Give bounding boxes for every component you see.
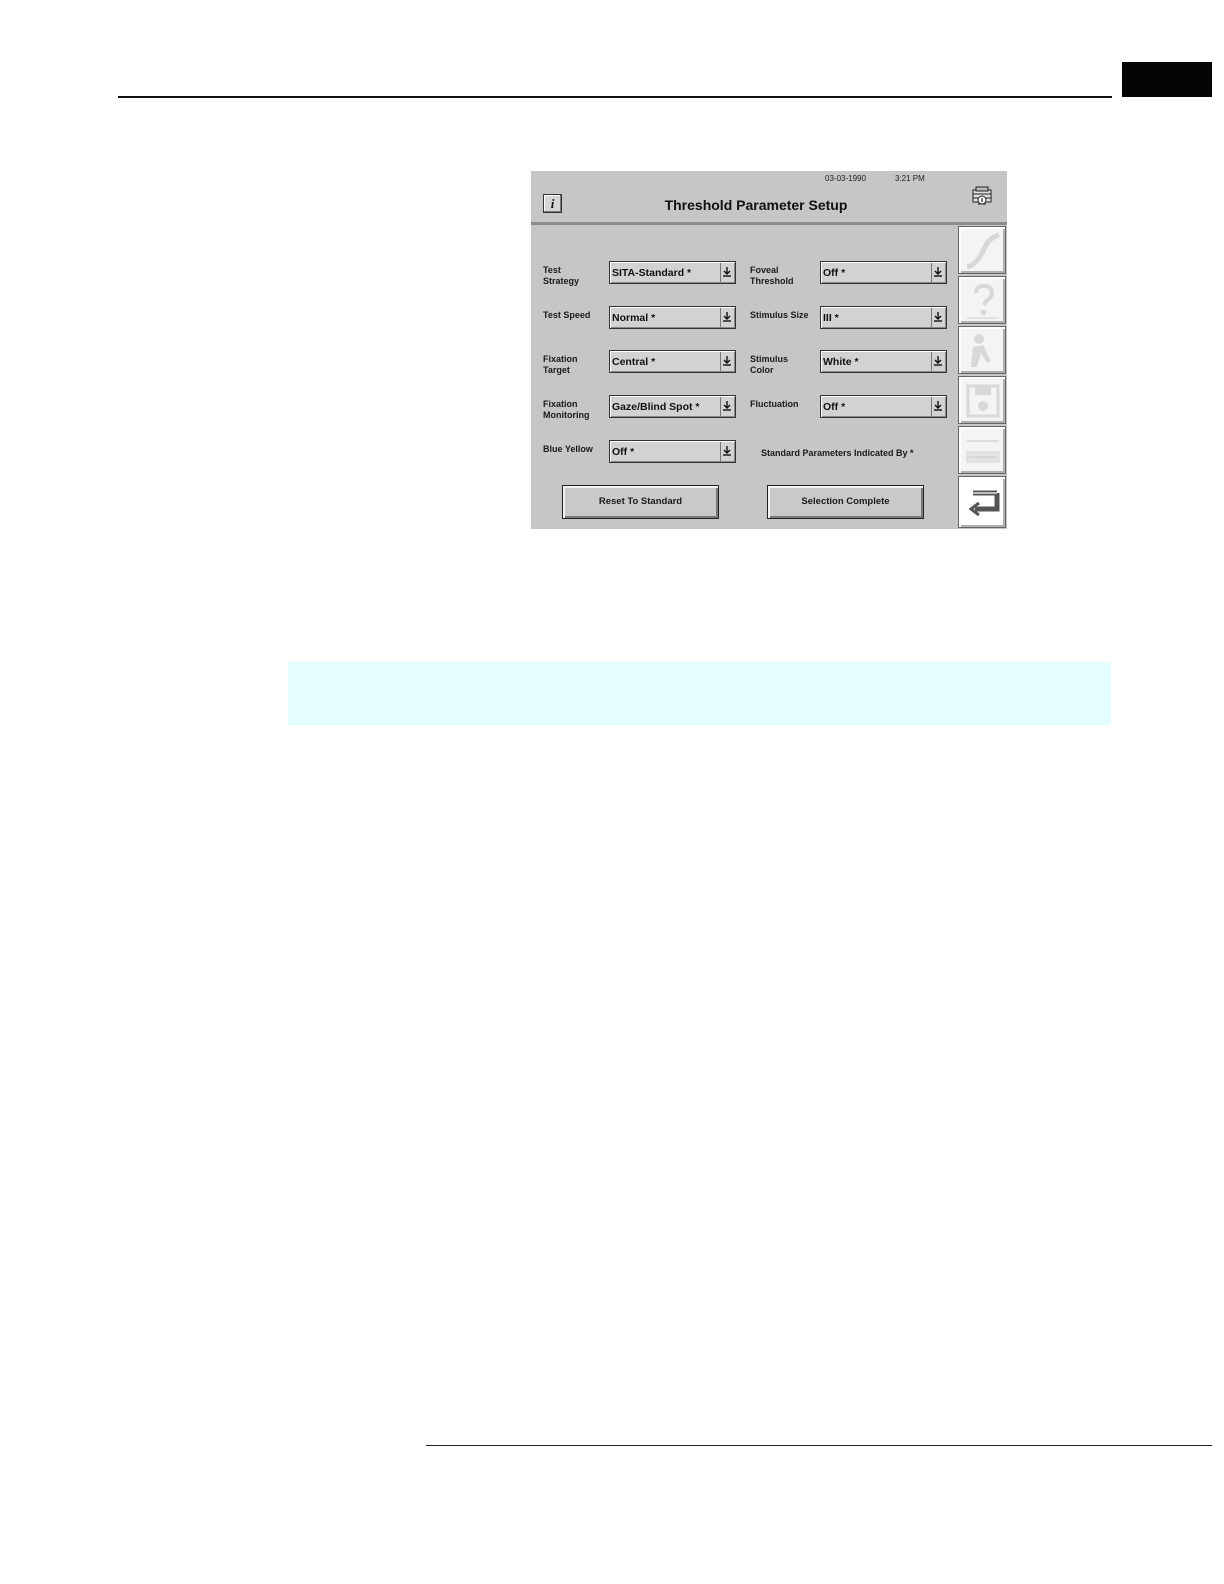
foveal-threshold-label: Foveal Threshold	[750, 265, 794, 286]
fluctuation-value: Off *	[823, 401, 846, 413]
dropdown-arrow-icon	[931, 397, 945, 416]
stimulus-size-value: III *	[823, 312, 839, 324]
dropdown-arrow-icon	[720, 352, 734, 371]
foveal-threshold-value: Off *	[823, 267, 846, 279]
network-status-icon	[972, 186, 992, 205]
stimulus-color-dropdown[interactable]: White *	[820, 350, 947, 373]
side-button-help[interactable]	[958, 276, 1006, 324]
test-speed-dropdown[interactable]: Normal *	[609, 306, 736, 329]
test-strategy-dropdown[interactable]: SITA-Standard *	[609, 261, 736, 284]
selection-complete-button[interactable]: Selection Complete	[767, 485, 924, 519]
chapter-tab	[1122, 62, 1212, 97]
stimulus-color-value: White *	[823, 356, 859, 368]
fixation-target-value: Central *	[612, 356, 656, 368]
test-speed-value: Normal *	[612, 312, 656, 324]
threshold-parameter-setup-screen: 03-03-1990 3:21 PM i Threshold Parameter…	[531, 171, 1007, 529]
printer-icon	[966, 440, 1000, 463]
note-callout-band	[288, 662, 1111, 725]
screen-title: Threshold Parameter Setup	[664, 197, 848, 213]
side-button-patient[interactable]	[958, 326, 1006, 374]
blue-yellow-dropdown[interactable]: Off *	[609, 440, 736, 463]
curve-icon	[966, 232, 1000, 270]
foveal-threshold-dropdown[interactable]: Off *	[820, 261, 947, 284]
title-separator	[531, 222, 1007, 225]
dropdown-arrow-icon	[720, 397, 734, 416]
dropdown-arrow-icon	[931, 308, 945, 327]
person-icon	[971, 334, 991, 367]
help-question-icon	[967, 283, 999, 319]
standard-parameters-note: Standard Parameters Indicated By *	[761, 448, 914, 458]
blue-yellow-value: Off *	[612, 446, 635, 458]
side-button-return[interactable]	[958, 476, 1006, 528]
test-strategy-value: SITA-Standard *	[612, 267, 692, 279]
blue-yellow-label: Blue Yellow	[543, 444, 593, 454]
stimulus-size-dropdown[interactable]: III *	[820, 306, 947, 329]
fixation-target-dropdown[interactable]: Central *	[609, 350, 736, 373]
save-disk-icon	[966, 384, 1000, 418]
fixation-monitoring-label: Fixation Monitoring	[543, 399, 590, 420]
title-bar: 03-03-1990 3:21 PM i Threshold Parameter…	[531, 171, 1007, 222]
fixation-monitoring-value: Gaze/Blind Spot *	[612, 401, 700, 413]
side-button-curve[interactable]	[958, 226, 1006, 274]
fluctuation-dropdown[interactable]: Off *	[820, 395, 947, 418]
test-strategy-label: Test Strategy	[543, 265, 580, 286]
fixation-monitoring-dropdown[interactable]: Gaze/Blind Spot *	[609, 395, 736, 418]
dropdown-arrow-icon	[720, 442, 734, 461]
fluctuation-label: Fluctuation	[750, 399, 799, 409]
stimulus-size-label: Stimulus Size	[750, 310, 809, 320]
stimulus-color-label: Stimulus Color	[750, 354, 789, 375]
dropdown-arrow-icon	[931, 352, 945, 371]
dropdown-arrow-icon	[720, 308, 734, 327]
return-arrow-icon	[968, 490, 1000, 517]
reset-to-standard-button[interactable]: Reset To Standard	[562, 485, 719, 519]
date-display: 03-03-1990	[825, 174, 866, 183]
dropdown-arrow-icon	[931, 263, 945, 282]
footer-rule	[426, 1445, 1212, 1446]
side-button-print[interactable]	[958, 426, 1006, 474]
time-display: 3:21 PM	[895, 174, 925, 183]
header-rule	[118, 96, 1112, 98]
fixation-target-label: Fixation Target	[543, 354, 578, 375]
test-speed-label: Test Speed	[543, 310, 591, 320]
dropdown-arrow-icon	[720, 263, 734, 282]
side-button-save[interactable]	[958, 376, 1006, 424]
